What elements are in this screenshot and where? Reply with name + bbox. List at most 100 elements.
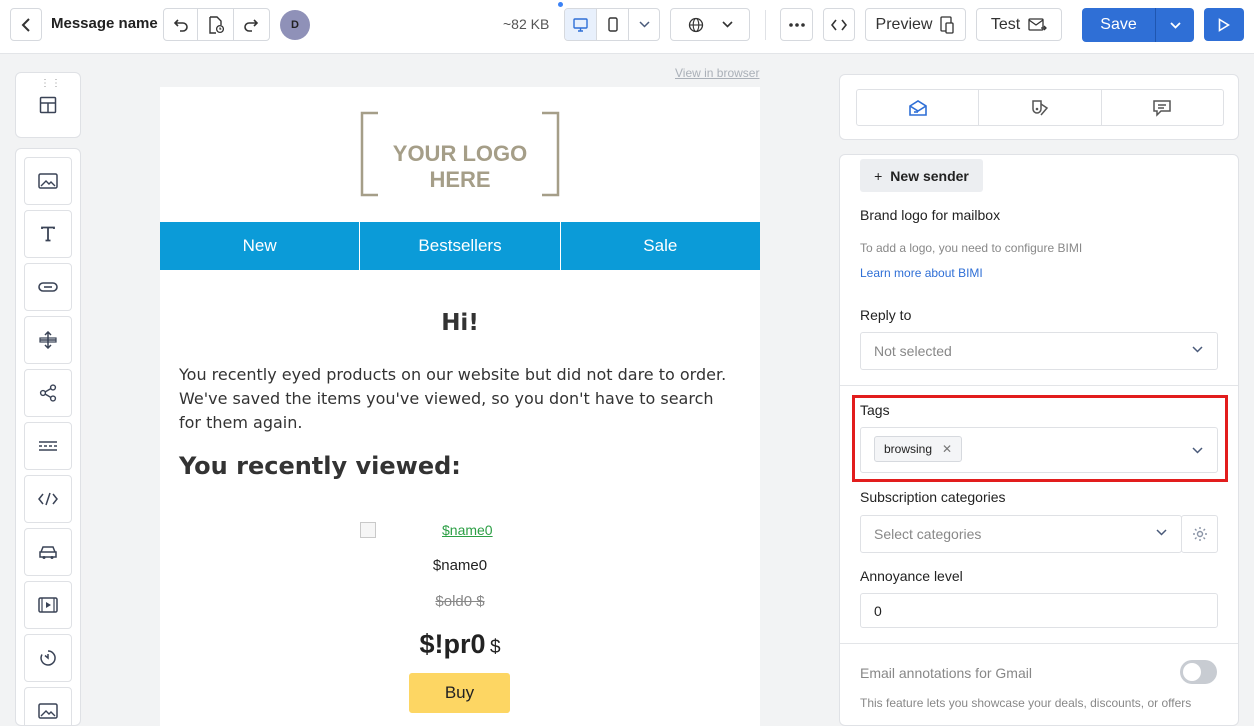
save-group: Save [1082,8,1194,42]
block-text[interactable] [24,210,72,258]
more-button[interactable] [780,8,813,41]
plus-icon: + [874,167,883,184]
block-html[interactable] [24,475,72,523]
bimi-learn-more-link[interactable]: Learn more about BIMI [860,266,983,280]
button-icon [38,282,58,292]
send-mail-icon [1028,17,1048,31]
annoyance-level-input[interactable]: 0 [860,593,1218,628]
intro-text[interactable]: You recently eyed products on our websit… [179,363,739,435]
code-view-button[interactable] [823,8,855,41]
play-icon [1218,17,1230,32]
product-old-price[interactable]: $old0 $ [160,593,760,610]
chevron-down-icon [1192,346,1203,353]
product-name[interactable]: $name0 [160,557,760,574]
device-toggle [564,8,660,41]
image-icon [38,173,58,189]
logo-placeholder[interactable]: YOUR LOGO HERE [360,111,560,197]
new-sender-button[interactable]: + New sender [860,159,983,192]
video-icon [38,597,58,613]
block-spacer[interactable] [24,316,72,364]
html-code-icon [38,492,58,506]
section-divider [840,643,1238,644]
device-dropdown[interactable] [629,9,659,40]
menu-item-sale[interactable]: Sale [561,222,760,270]
test-label: Test [990,15,1021,33]
send-button[interactable] [1204,8,1244,41]
product-price-value: $!pr0 [419,629,486,659]
blocks-panel [15,148,81,726]
drag-grip-icon[interactable]: ⋮⋮ [40,78,62,89]
product-icon [39,546,57,559]
redo-icon [244,18,259,32]
subscription-placeholder: Select categories [874,526,982,542]
language-dropdown[interactable] [670,8,750,41]
product-image-broken-icon[interactable] [360,522,376,538]
block-image[interactable] [24,157,72,205]
avatar[interactable]: D [280,10,310,40]
layout-icon [39,96,57,114]
history-group [163,8,270,41]
message-name[interactable]: Message name [51,15,158,32]
new-sender-label: New sender [890,167,969,184]
menu-item-bestsellers[interactable]: Bestsellers [360,222,561,270]
tab-comments[interactable] [1102,90,1223,125]
comment-icon [1153,99,1172,117]
gear-icon [1192,527,1207,541]
preview-icon [940,15,955,34]
annoyance-level-label: Annoyance level [860,568,963,584]
block-social[interactable] [24,369,72,417]
block-product[interactable] [24,528,72,576]
tab-message-settings[interactable] [857,90,980,125]
logo-text: YOUR LOGO HERE [392,141,528,192]
categories-settings-button[interactable] [1181,515,1218,553]
email-menu: New Bestsellers Sale [160,222,760,270]
undo-button[interactable] [164,9,199,40]
block-video[interactable] [24,581,72,629]
settings-tabs [856,89,1224,126]
more-dots-icon [788,22,805,27]
buy-button[interactable]: Buy [409,673,510,713]
block-divider[interactable] [24,422,72,470]
save-button[interactable]: Save [1082,8,1156,42]
product-price[interactable]: $!pr0 $ [160,629,760,660]
toggle-knob [1183,663,1201,681]
preview-button[interactable]: Preview [865,8,966,41]
block-button[interactable] [24,263,72,311]
block-timer[interactable] [24,634,72,682]
menu-item-new[interactable]: New [160,222,361,270]
reply-to-select[interactable]: Not selected [860,332,1218,370]
greeting-heading[interactable]: Hi! [160,310,760,336]
redo-button[interactable] [234,9,269,40]
desktop-view-button[interactable] [565,9,597,40]
product-image-link[interactable]: $name0 [442,522,493,538]
file-history-icon [208,15,224,34]
reply-to-value: Not selected [874,343,952,359]
share-icon [39,384,57,402]
subscription-categories-select[interactable]: Select categories [860,515,1182,553]
chevron-down-icon [721,21,733,28]
view-in-browser-link[interactable]: View in browser [675,66,759,80]
tab-appearance[interactable] [979,90,1102,125]
status-dot [558,2,563,7]
block-image-extra[interactable] [24,687,72,725]
back-button[interactable] [10,8,42,41]
save-options-button[interactable] [1156,8,1194,42]
section-divider [840,385,1238,386]
code-icon [831,19,847,30]
globe-icon [688,17,703,32]
history-button[interactable] [198,9,234,40]
test-button[interactable]: Test [976,8,1062,41]
gmail-annotations-label: Email annotations for Gmail [860,665,1032,681]
gmail-annotations-toggle[interactable] [1180,660,1217,684]
recently-viewed-heading[interactable]: You recently viewed: [179,452,461,480]
top-toolbar: Message name D ~82 KB Preview Test Save [0,0,1254,54]
annoyance-level-value: 0 [874,602,882,619]
product-price-currency: $ [489,637,501,658]
brand-logo-label: Brand logo for mailbox [860,207,1001,223]
bimi-note: To add a logo, you need to configure BIM… [860,241,1083,255]
timer-icon [40,650,56,666]
mobile-view-button[interactable] [597,9,629,40]
desktop-icon [573,17,588,32]
palette-icon [1032,99,1049,115]
toolbar-divider [765,10,766,40]
